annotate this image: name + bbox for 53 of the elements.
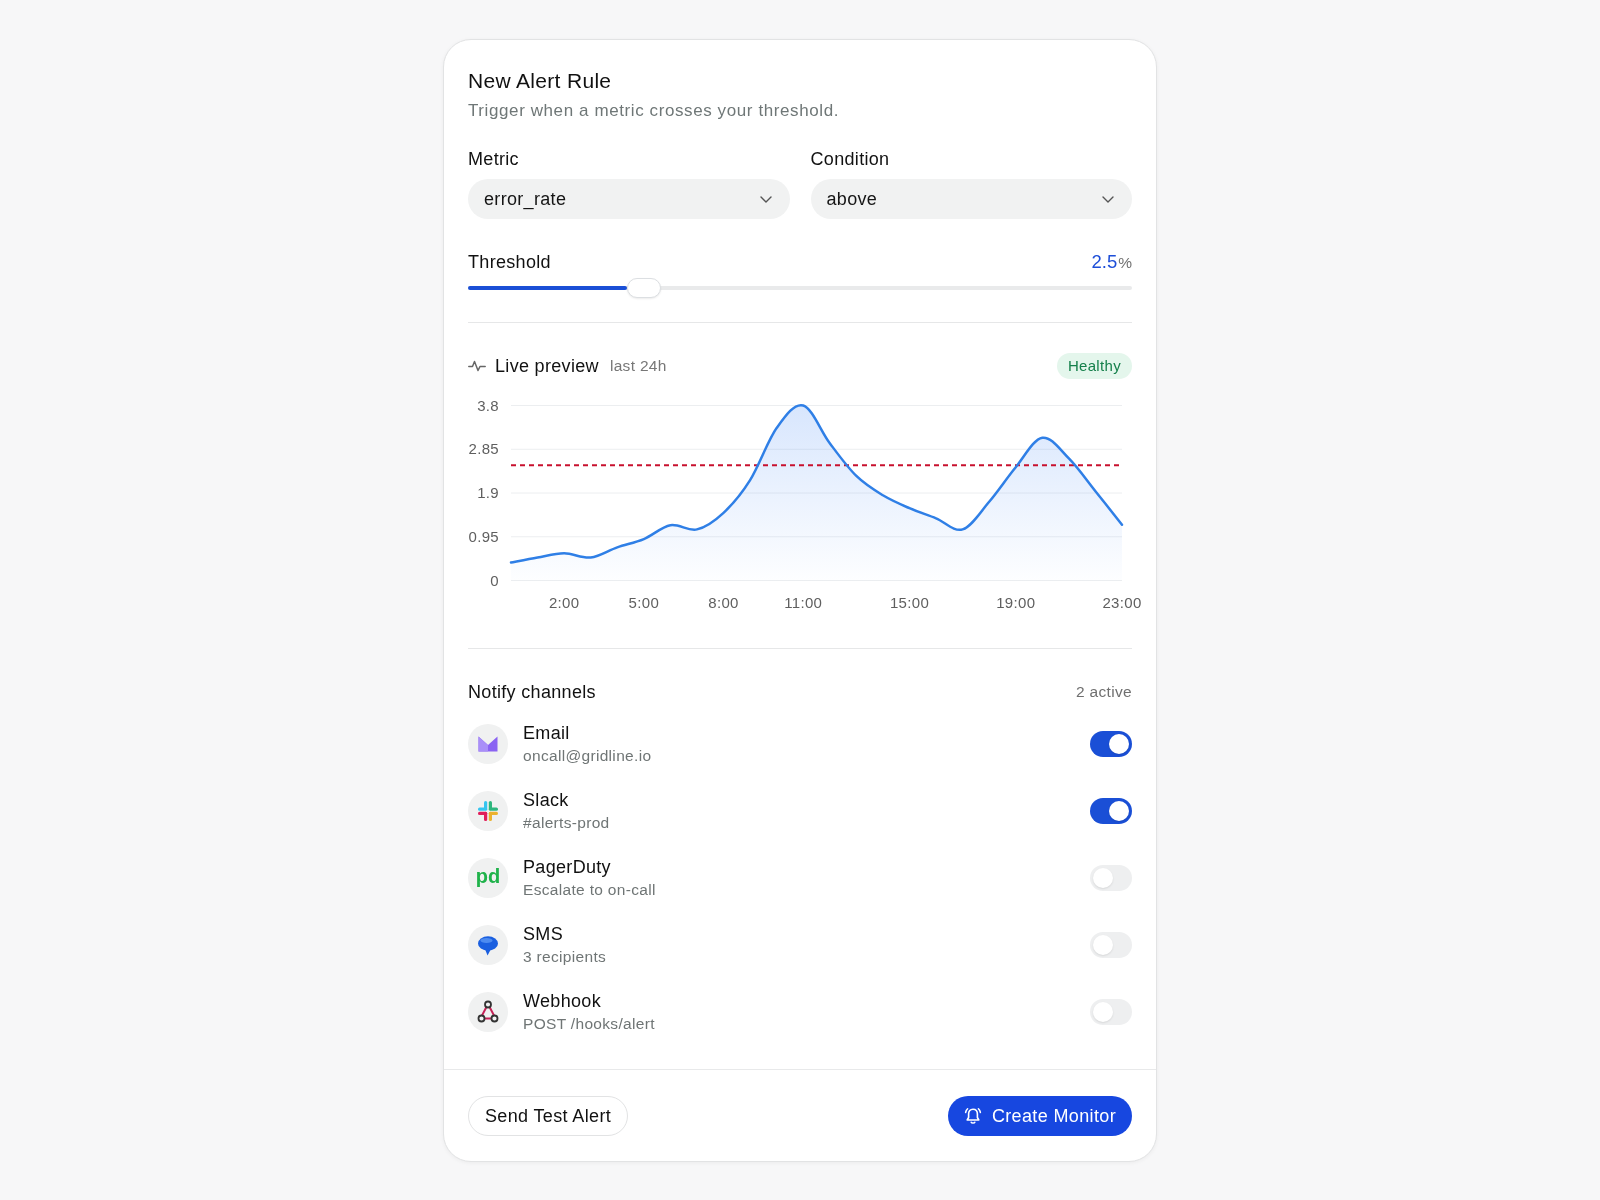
y-tick-label: 0: [490, 571, 499, 589]
create-monitor-button[interactable]: Create Monitor: [947, 1096, 1132, 1136]
pulse-icon: [468, 360, 486, 372]
x-tick-label: 11:00: [784, 594, 823, 611]
slider-thumb[interactable]: [627, 278, 662, 298]
toggle-switch[interactable]: [1090, 730, 1132, 757]
channel-detail: POST /hooks/alert: [523, 1013, 655, 1034]
bell-icon: [962, 1106, 983, 1126]
field-label: Metric: [468, 148, 519, 170]
toggle-switch[interactable]: [1090, 998, 1132, 1025]
channel-name: Slack: [523, 788, 569, 811]
send-test-button[interactable]: Send Test Alert: [468, 1096, 629, 1136]
card-title: New Alert Rule: [468, 68, 613, 94]
connected-nodes-icon: [468, 991, 508, 1032]
channel-name: Email: [523, 721, 570, 744]
unit-label: %: [1118, 254, 1132, 272]
x-tick-label: 2:00: [548, 594, 580, 611]
threshold-value: 2.5: [1091, 251, 1118, 273]
active-count: 2 active: [1076, 683, 1132, 701]
x-tick-label: 8:00: [708, 594, 739, 611]
channel-name: PagerDuty: [523, 855, 611, 878]
x-tick-label: 23:00: [1102, 594, 1142, 611]
y-tick-label: 0.95: [468, 527, 499, 545]
select-field[interactable]: error_rate: [468, 179, 790, 219]
section-title: Live preview: [495, 355, 599, 377]
select-field[interactable]: above: [810, 179, 1132, 219]
x-tick-label: 15:00: [889, 594, 930, 611]
y-tick-label: 3.8: [477, 396, 499, 414]
channel-detail: oncall@gridline.io: [523, 745, 652, 766]
field-label: Condition: [810, 148, 890, 170]
toggle-switch[interactable]: [1090, 864, 1132, 891]
y-tick-label: 1.9: [477, 484, 499, 501]
section-title: Notify channels: [468, 681, 596, 703]
channel-name: SMS: [523, 922, 563, 945]
pinwheel-icon: [468, 790, 508, 831]
channel-detail: 3 recipients: [523, 946, 607, 967]
logo-tile: pd: [468, 857, 508, 898]
channel-detail: #alerts-prod: [523, 812, 610, 833]
x-tick-label: 19:00: [996, 594, 1036, 611]
channel-name: Webhook: [523, 989, 601, 1012]
toggle-switch[interactable]: [1090, 931, 1132, 958]
threshold-label: Threshold: [468, 251, 551, 273]
status-badge: Healthy: [1056, 353, 1132, 379]
chevron-down-icon: [1102, 195, 1114, 203]
toggle-switch[interactable]: [1090, 797, 1132, 824]
chevron-down-icon: [759, 195, 772, 203]
channel-detail: Escalate to on-call: [523, 879, 656, 900]
card-subtitle: Trigger when a metric crosses your threshold.: [468, 100, 840, 122]
y-tick-label: 2.85: [468, 440, 499, 458]
x-tick-label: 5:00: [628, 594, 660, 611]
time-range-label: last 24h: [609, 357, 667, 375]
chat-bubble-icon: [468, 924, 508, 965]
envelope-icon: [468, 723, 508, 764]
